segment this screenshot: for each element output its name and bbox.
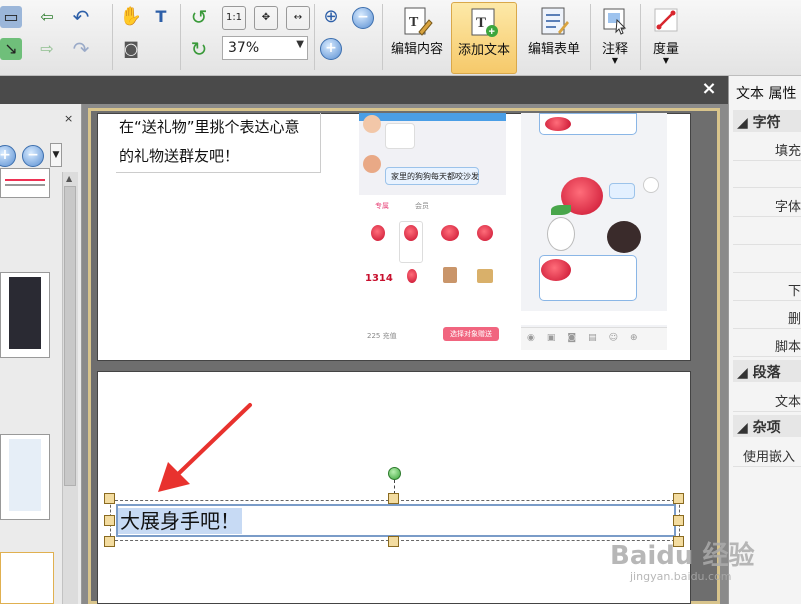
undo-icon[interactable]: ↶	[70, 6, 92, 28]
zoom-area-icon[interactable]: ⊕	[320, 6, 342, 28]
watermark: Baidu 经验	[610, 541, 755, 571]
import-icon[interactable]: ⇦	[36, 6, 58, 28]
close-icon[interactable]: ×	[64, 112, 73, 125]
extract-icon[interactable]: ⇨	[36, 38, 58, 60]
textbox-text[interactable]: 大展身手吧！	[118, 508, 242, 534]
watermark-url: jingyan.baidu.com	[630, 570, 732, 583]
select-text-icon[interactable]: T	[150, 6, 172, 28]
phone-screenshot-gifts: 家里的狗狗每天都咬沙发 专属 会员 1314 225 充值 选择对象赠送	[359, 113, 506, 350]
prop-fill[interactable]: 填充	[733, 134, 801, 161]
section-misc[interactable]: ◢ 杂项	[733, 415, 801, 437]
collapse-icon: ◢	[737, 115, 753, 131]
svg-text:+: +	[489, 26, 495, 37]
collapse-icon: ◢	[737, 420, 753, 436]
chat-input-toolbar: ◉▣◙▤☺⊕	[521, 327, 667, 350]
prop-script[interactable]: 脚本	[733, 330, 801, 357]
page-thumbnail[interactable]	[0, 434, 50, 520]
page1-note: 在“送礼物”里挑个表达心意 的礼物送群友吧！	[116, 113, 321, 173]
scroll-up-icon[interactable]: ▲	[66, 174, 72, 183]
zoom-out-icon[interactable]: −	[22, 145, 44, 167]
prop-use-embedded[interactable]: 使用嵌入	[733, 440, 801, 467]
measure-button[interactable]: 度量 ▼	[644, 2, 688, 72]
resize-handle-middle-right[interactable]	[673, 515, 684, 526]
page-thumbnail[interactable]	[0, 272, 50, 358]
svg-text:T: T	[476, 15, 486, 31]
section-paragraph[interactable]: ◢ 段落	[733, 360, 801, 382]
snapshot-icon[interactable]: ◙	[120, 38, 142, 60]
properties-title: 文本 属性	[736, 86, 797, 102]
edit-content-button[interactable]: T 编辑内容	[386, 2, 448, 72]
resize-handle-bottom-center[interactable]	[388, 536, 399, 547]
zoom-in-icon[interactable]: +	[320, 38, 342, 60]
export-icon[interactable]: ↘	[0, 38, 22, 60]
prop-underline[interactable]: 下	[733, 274, 801, 301]
annotation-icon	[603, 8, 627, 35]
hand-tool-icon[interactable]: ✋	[120, 6, 142, 28]
actual-size-icon[interactable]: 1:1	[222, 6, 246, 30]
section-character[interactable]: ◢ 字符	[733, 110, 801, 132]
prop-blank[interactable]	[733, 218, 801, 245]
fit-width-icon[interactable]: ↔	[286, 6, 310, 30]
page-thumbnail-selected[interactable]	[0, 552, 54, 604]
zoom-select[interactable]: 37% ▼	[222, 36, 308, 60]
red-arrow-icon	[158, 403, 252, 492]
prop-text[interactable]: 文本	[733, 385, 801, 412]
zoom-value: 37%	[228, 40, 260, 56]
resize-handle-bottom-left[interactable]	[104, 536, 115, 547]
document-tab-strip	[0, 76, 728, 104]
chevron-down-icon: ▼	[611, 56, 619, 65]
resize-handle-top-left[interactable]	[104, 493, 115, 504]
chevron-down-icon: ▼	[296, 39, 304, 50]
rotation-connector	[394, 480, 395, 494]
svg-text:T: T	[409, 15, 419, 30]
resize-handle-top-center[interactable]	[388, 493, 399, 504]
rotate-left-icon[interactable]: ↺	[188, 6, 210, 28]
annotation-button[interactable]: 注释 ▼	[594, 2, 636, 72]
add-text-button[interactable]: T + 添加文本	[451, 2, 517, 74]
rotate-right-icon[interactable]: ↻	[188, 38, 210, 60]
edit-content-icon: T	[404, 7, 433, 36]
main-toolbar: ▭ ↘ ⇦ ⇨ ↶ ↷ ✋ ◙ T ↺ ↻ 1:1 ✥ ↔ 37% ▼ ⊕ − …	[0, 0, 801, 76]
resize-handle-top-right[interactable]	[673, 493, 684, 504]
add-text-icon: T +	[471, 8, 498, 37]
collapse-icon: ◢	[737, 365, 753, 381]
redo-icon[interactable]: ↷	[70, 38, 92, 60]
prop-blank[interactable]	[733, 246, 801, 273]
scrollbar-thumb[interactable]	[64, 186, 76, 486]
chevron-down-icon: ▼	[662, 56, 670, 65]
edit-form-button[interactable]: 编辑表单	[521, 2, 587, 72]
prop-strikethrough[interactable]: 删	[733, 302, 801, 329]
zoom-out-icon[interactable]: −	[352, 7, 374, 29]
chevron-down-icon[interactable]: ▼	[50, 143, 62, 167]
measure-icon	[654, 8, 678, 32]
resize-handle-middle-left[interactable]	[104, 515, 115, 526]
prop-font[interactable]: 字体	[733, 190, 801, 217]
prop-blank[interactable]	[733, 161, 801, 188]
phone-screenshot-chat: ◉▣◙▤☺⊕	[521, 113, 667, 350]
page-thumbnail[interactable]	[0, 168, 50, 198]
fit-page-icon[interactable]: ✥	[254, 6, 278, 30]
edit-form-icon	[541, 7, 569, 35]
close-icon[interactable]: ×	[700, 80, 718, 98]
rotate-handle[interactable]	[388, 467, 401, 480]
open-icon[interactable]: ▭	[0, 6, 22, 28]
